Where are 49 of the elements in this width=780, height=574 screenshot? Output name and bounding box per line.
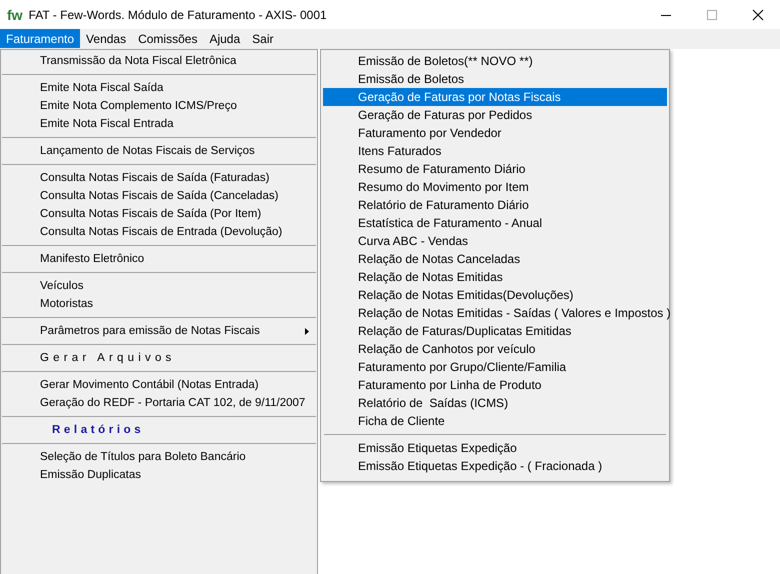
- menu-item[interactable]: Seleção de Títulos para Boleto Bancário: [1, 448, 317, 466]
- submenu-item[interactable]: Relatório de Saídas (ICMS): [323, 394, 667, 412]
- submenu-item[interactable]: Relação de Notas Emitidas(Devoluções): [323, 286, 667, 304]
- submenu-item[interactable]: Emissão Etiquetas Expedição - ( Fracionada ): [323, 457, 667, 475]
- submenu-item[interactable]: Faturamento por Grupo/Cliente/Familia: [323, 358, 667, 376]
- submenu-item[interactable]: Relatório de Faturamento Diário: [323, 196, 667, 214]
- submenu-item[interactable]: Faturamento por Vendedor: [323, 124, 667, 142]
- submenu-item[interactable]: Relação de Notas Emitidas: [323, 268, 667, 286]
- menu-item[interactable]: Consulta Notas Fiscais de Entrada (Devolução): [1, 223, 317, 241]
- submenu-item[interactable]: Emissão Etiquetas Expedição: [323, 439, 667, 457]
- menu-item[interactable]: Lançamento de Notas Fiscais de Serviços: [1, 142, 317, 160]
- menu-item[interactable]: Motoristas: [1, 295, 317, 313]
- submenu-item[interactable]: Relação de Notas Canceladas: [323, 250, 667, 268]
- submenu-item[interactable]: Relação de Faturas/Duplicatas Emitidas: [323, 322, 667, 340]
- submenu-item[interactable]: Relação de Canhotos por veículo: [323, 340, 667, 358]
- menu-item[interactable]: Gerar Movimento Contábil (Notas Entrada): [1, 376, 317, 394]
- submenu-item[interactable]: Ficha de Cliente: [323, 412, 667, 430]
- menu-bar-item[interactable]: Ajuda: [203, 29, 246, 48]
- menu-bar-item[interactable]: Comissões: [132, 29, 204, 48]
- submenu-item[interactable]: Emissão de Boletos: [323, 70, 667, 88]
- menu-item[interactable]: Geração do REDF - Portaria CAT 102, de 9/11/2007: [1, 394, 317, 412]
- submenu-item[interactable]: Geração de Faturas por Notas Fiscais: [323, 88, 667, 106]
- menu-item[interactable]: Gerar Arquivos: [40, 352, 176, 364]
- menu-bar-item[interactable]: Sair: [246, 29, 280, 48]
- submenu-item[interactable]: Curva ABC - Vendas: [323, 232, 667, 250]
- menu-section-heading: Relatórios: [52, 424, 144, 436]
- submenu-item[interactable]: Resumo de Faturamento Diário: [323, 160, 667, 178]
- menu-item[interactable]: Emite Nota Complemento ICMS/Preço: [1, 97, 317, 115]
- menu-item[interactable]: Parâmetros para emissão de Notas Fiscais: [1, 322, 317, 340]
- menu-item[interactable]: Emite Nota Fiscal Entrada: [1, 115, 317, 133]
- submenu-item[interactable]: Faturamento por Linha de Produto: [323, 376, 667, 394]
- menu-item[interactable]: Consulta Notas Fiscais de Saída (Canceladas): [1, 187, 317, 205]
- menu-item[interactable]: Transmissão da Nota Fiscal Eletrônica: [1, 52, 317, 70]
- menu-item[interactable]: Manifesto Eletrônico: [1, 250, 317, 268]
- close-icon[interactable]: [752, 8, 764, 21]
- submenu-item[interactable]: Estatística de Faturamento - Anual: [323, 214, 667, 232]
- menu-item[interactable]: Emite Nota Fiscal Saída: [1, 79, 317, 97]
- submenu-item[interactable]: Itens Faturados: [323, 142, 667, 160]
- menu-bar-item[interactable]: Faturamento: [0, 29, 80, 48]
- menu-bar-item[interactable]: Vendas: [80, 29, 132, 48]
- submenu-item[interactable]: Emissão de Boletos(** NOVO **): [323, 52, 667, 70]
- menu-item[interactable]: Emissão Duplicatas: [1, 466, 317, 484]
- window-title: FAT - Few-Words. Módulo de Faturamento - AXIS- 0001: [28, 8, 327, 22]
- submenu-item[interactable]: Resumo do Movimento por Item: [323, 178, 667, 196]
- app-logo: fw: [7, 6, 23, 23]
- menu-item[interactable]: Veículos: [1, 277, 317, 295]
- menu-item[interactable]: Consulta Notas Fiscais de Saída (Faturadas): [1, 169, 317, 187]
- menu-item[interactable]: Consulta Notas Fiscais de Saída (Por Item): [1, 205, 317, 223]
- submenu-item[interactable]: Geração de Faturas por Pedidos: [323, 106, 667, 124]
